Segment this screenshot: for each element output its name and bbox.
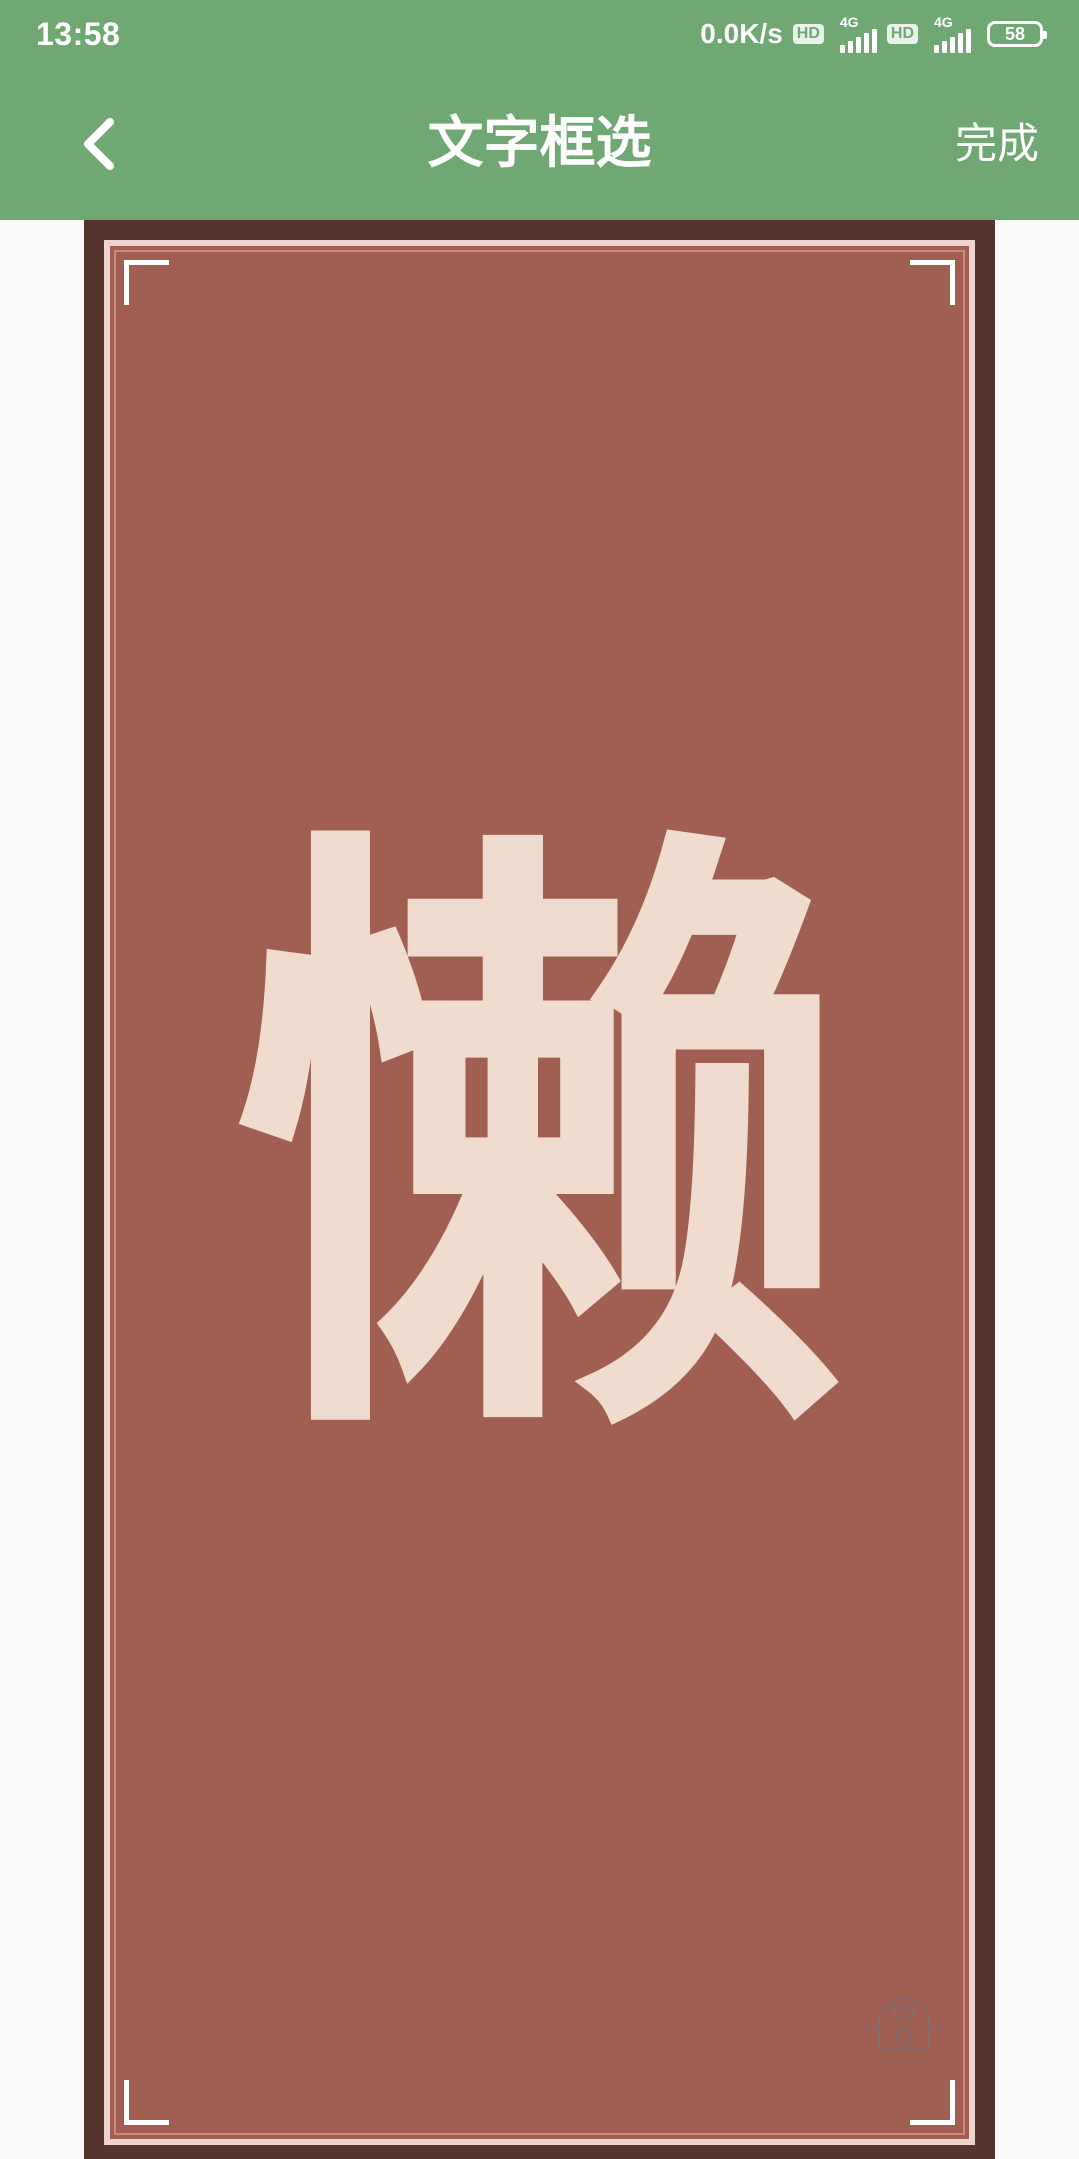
crop-handle-top-left[interactable] <box>124 260 169 305</box>
stamp-logo-icon <box>867 1993 941 2064</box>
network-speed: 0.0K/s <box>700 18 783 49</box>
battery-level: 58 <box>1004 23 1026 44</box>
page-title: 文字框选 <box>427 111 652 176</box>
hd-badge-2: HD <box>886 24 918 44</box>
network-type-2: 4G <box>934 14 953 30</box>
signal-2: 4G <box>934 15 971 53</box>
status-indicators: 0.0K/s HD 4G HD 4G 58 <box>700 14 1047 53</box>
done-button[interactable]: 完成 <box>955 104 1039 184</box>
crop-handle-bottom-left[interactable] <box>124 2080 169 2125</box>
app-bar: 文字框选 完成 <box>0 68 1079 220</box>
chevron-left-icon <box>84 118 114 170</box>
back-button[interactable] <box>60 104 140 184</box>
battery-icon: 58 <box>987 21 1047 47</box>
status-bar: 13:58 0.0K/s HD 4G HD 4G 58 <box>0 0 1079 68</box>
image-canvas: 懒 <box>84 220 995 2159</box>
network-type-1: 4G <box>839 14 859 30</box>
signal-bars-icon <box>839 29 877 53</box>
signal-1: 4G <box>839 14 877 53</box>
image-card[interactable]: 懒 <box>104 240 975 2145</box>
signal-bars-icon <box>934 29 971 53</box>
hd-badge: HD <box>792 24 824 44</box>
crop-handle-top-right[interactable] <box>910 260 955 305</box>
status-time: 13:58 <box>36 15 121 52</box>
image-character: 懒 <box>229 787 850 1508</box>
crop-handle-bottom-right[interactable] <box>910 2080 955 2125</box>
